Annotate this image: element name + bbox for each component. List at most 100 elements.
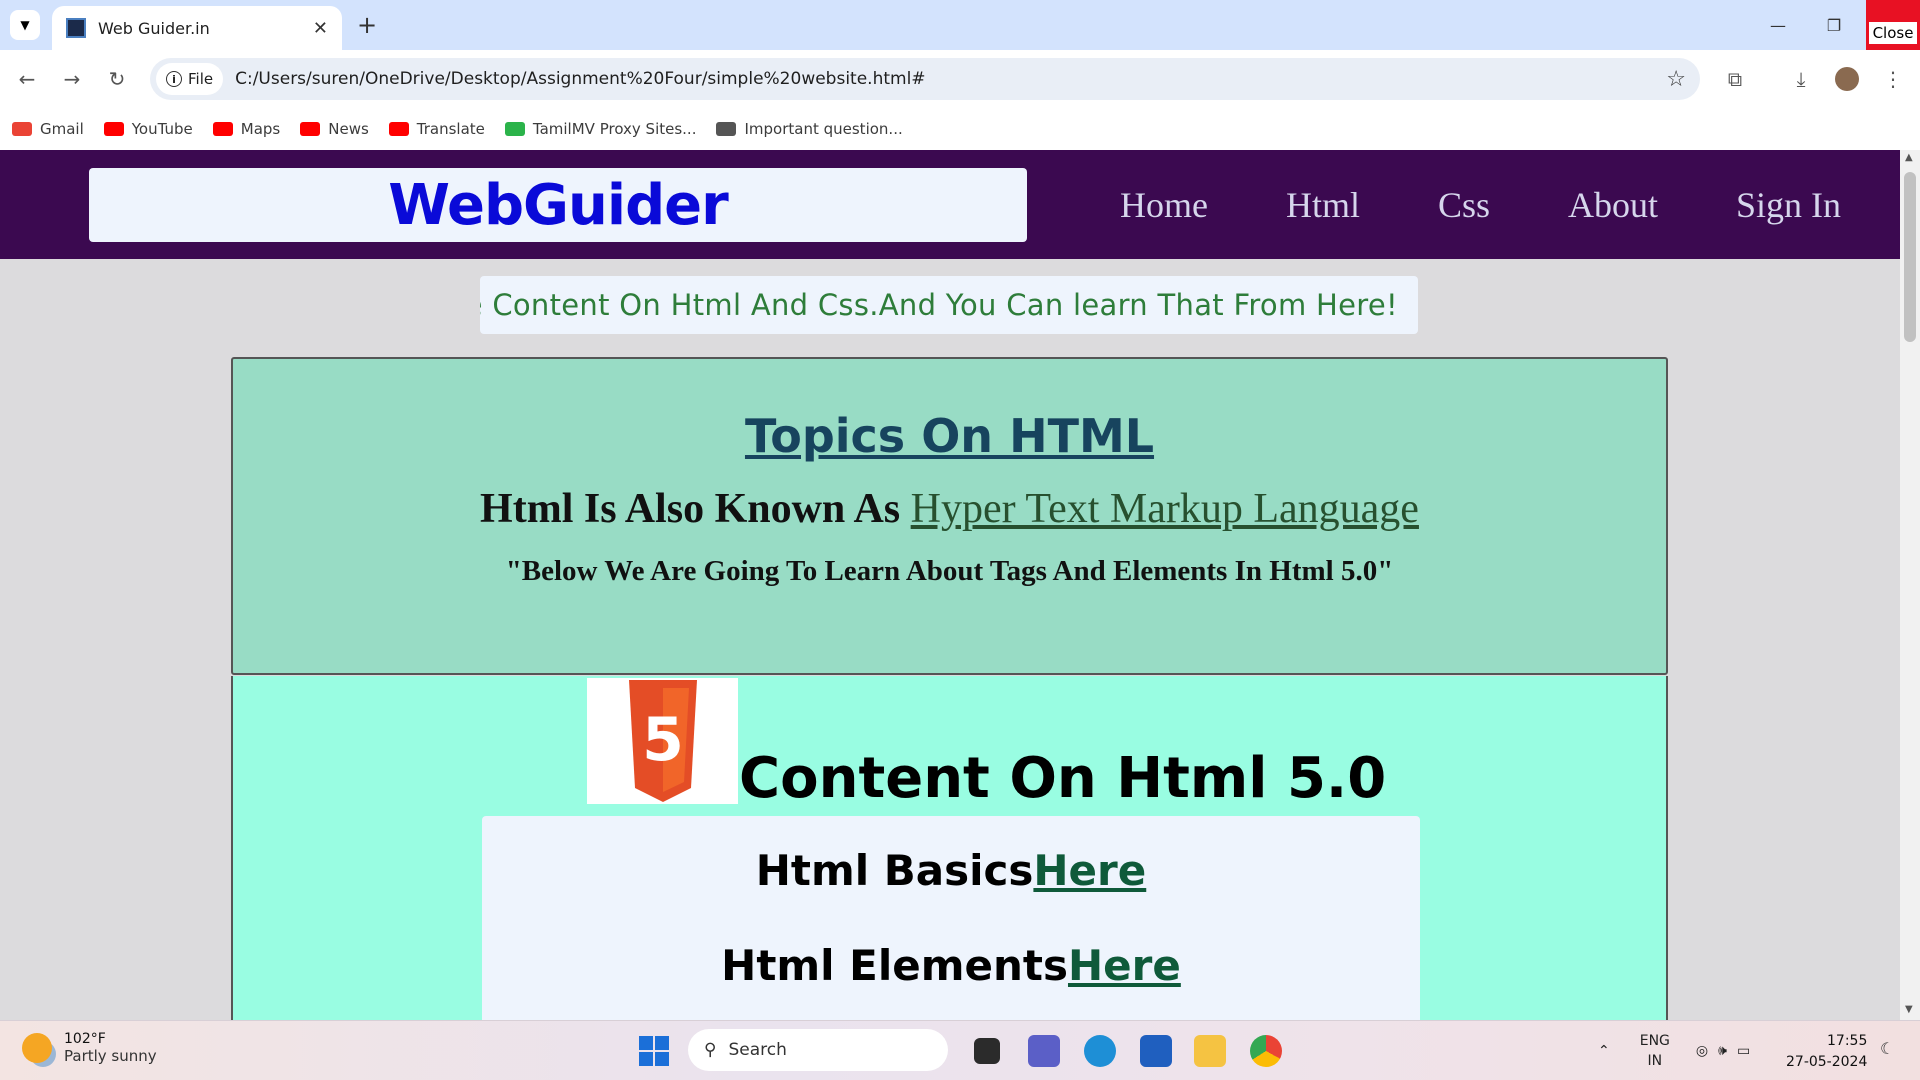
- bookmark-item[interactable]: Translate: [388, 120, 485, 138]
- bookmark-star-icon[interactable]: ☆: [1666, 67, 1686, 92]
- topics-note: "Below We Are Going To Learn About Tags …: [505, 555, 1394, 587]
- taskbar-search[interactable]: ⚲ Search: [688, 1029, 948, 1071]
- avatar: [1835, 67, 1859, 91]
- windows-taskbar: 102°F Partly sunny ⚲ Search ⌃ ENG IN ◎ 🕪…: [0, 1020, 1920, 1080]
- bookmark-icon: [388, 122, 409, 136]
- favicon-icon: [66, 18, 86, 38]
- bookmark-item[interactable]: Gmail: [12, 120, 84, 138]
- bookmark-label: Gmail: [40, 120, 84, 138]
- basics-line: Html BasicsHere: [482, 846, 1420, 895]
- lang-bottom: IN: [1647, 1053, 1663, 1069]
- time: 17:55: [1827, 1033, 1868, 1049]
- back-button[interactable]: ←: [12, 64, 42, 94]
- chrome-icon[interactable]: [1250, 1035, 1282, 1067]
- system-tray: ⌃ ENG IN ◎ 🕪 ▭: [1598, 1029, 1750, 1073]
- svg-text:5: 5: [642, 705, 684, 775]
- downloads-button[interactable]: ⤓: [1786, 64, 1816, 94]
- bookmark-icon: [504, 122, 525, 136]
- site-nav: Home Html Css About Sign In: [1120, 150, 1841, 259]
- window-close-button[interactable]: Close: [1866, 0, 1920, 50]
- volume-icon[interactable]: 🕪: [1718, 1043, 1727, 1059]
- bookmark-item[interactable]: Important question...: [716, 120, 903, 138]
- content-heading: Content On Html 5.0: [739, 746, 1387, 811]
- bookmark-label: TamilMV Proxy Sites...: [532, 120, 697, 138]
- network-icon[interactable]: ◎: [1696, 1043, 1708, 1059]
- nav-sign-in[interactable]: Sign In: [1736, 184, 1841, 226]
- clock[interactable]: 17:55 27-05-2024: [1786, 1031, 1867, 1073]
- tab-strip: ▼ Web Guider.in ✕ + — ❐ Close: [0, 0, 1920, 50]
- restore-button[interactable]: ❐: [1806, 0, 1862, 50]
- bookmark-icon: [716, 122, 737, 136]
- scroll-up-icon[interactable]: ▲: [1905, 152, 1913, 163]
- site-header: WebGuider Home Html Css About Sign In: [0, 150, 1900, 259]
- bookmark-item[interactable]: News: [300, 120, 369, 138]
- bookmark-icon: [300, 122, 321, 136]
- notifications-icon[interactable]: ☾: [1880, 1039, 1894, 1058]
- start-button[interactable]: [638, 1035, 670, 1067]
- weather-condition: Partly sunny: [64, 1047, 157, 1065]
- basics-here-link[interactable]: Here: [1033, 846, 1146, 895]
- file-explorer-icon[interactable]: [1194, 1035, 1226, 1067]
- page-viewport: WebGuider Home Html Css About Sign In he…: [0, 150, 1900, 1020]
- forward-button[interactable]: →: [57, 64, 87, 94]
- bookmark-item[interactable]: TamilMV Proxy Sites...: [504, 120, 697, 138]
- tab-close-icon[interactable]: ✕: [313, 18, 328, 39]
- info-icon: i: [166, 71, 182, 87]
- bookmarks-bar: Gmail YouTube Maps News Translate TamilMV Pro…: [0, 108, 1920, 150]
- topics-heading[interactable]: Topics On HTML: [233, 409, 1666, 463]
- new-tab-button[interactable]: +: [352, 10, 382, 40]
- scroll-down-icon[interactable]: ▼: [1905, 1004, 1913, 1015]
- edge-icon[interactable]: [1084, 1035, 1116, 1067]
- close-label: Close: [1868, 22, 1918, 44]
- browser-tab[interactable]: Web Guider.in ✕: [52, 6, 342, 50]
- bookmark-item[interactable]: YouTube: [103, 120, 193, 138]
- bookmark-icon: [103, 122, 124, 136]
- arrow-left-icon: ←: [18, 67, 36, 91]
- windows-logo-icon: [639, 1036, 669, 1066]
- topics-subheading: Html Is Also Known As Hyper Text Markup …: [233, 485, 1666, 533]
- content-links-box: Html BasicsHere Html ElementsHere: [482, 816, 1420, 1020]
- chevron-up-icon[interactable]: ⌃: [1598, 1043, 1610, 1059]
- partly-sunny-icon: [22, 1033, 52, 1063]
- chevron-down-icon: ▼: [20, 18, 30, 32]
- nav-css[interactable]: Css: [1438, 184, 1490, 226]
- weather-widget[interactable]: 102°F Partly sunny: [22, 1031, 157, 1065]
- scroll-thumb[interactable]: [1904, 172, 1916, 342]
- elements-here-link[interactable]: Here: [1068, 941, 1181, 990]
- bookmark-icon: [12, 122, 32, 136]
- profile-avatar[interactable]: [1832, 64, 1862, 94]
- url-text[interactable]: C:/Users/suren/OneDrive/Desktop/Assignme…: [235, 69, 1666, 89]
- menu-button[interactable]: ⋮: [1878, 64, 1908, 94]
- minimize-icon: —: [1770, 15, 1786, 35]
- site-info-chip[interactable]: i File: [156, 63, 224, 95]
- kebab-menu-icon: ⋮: [1883, 67, 1903, 91]
- battery-icon[interactable]: ▭: [1737, 1043, 1750, 1059]
- puzzle-icon: ⧉: [1727, 67, 1743, 91]
- browser-toolbar: ← → ↻ i File C:/Users/suren/OneDrive/Des…: [0, 50, 1920, 108]
- subheading-text: Html Is Also Known As: [480, 486, 911, 532]
- nav-home[interactable]: Home: [1120, 184, 1208, 226]
- bookmark-item[interactable]: Maps: [212, 120, 280, 138]
- bookmark-label: Translate: [416, 120, 485, 138]
- address-bar[interactable]: i File C:/Users/suren/OneDrive/Desktop/A…: [150, 58, 1700, 100]
- nav-html[interactable]: Html: [1286, 184, 1360, 226]
- minimize-button[interactable]: —: [1750, 0, 1806, 50]
- tab-search-button[interactable]: ▼: [10, 10, 40, 40]
- task-view-icon[interactable]: [974, 1038, 1000, 1064]
- language-indicator[interactable]: ENG IN: [1640, 1031, 1670, 1071]
- download-icon: ⤓: [1796, 67, 1806, 91]
- bookmark-icon: [212, 122, 233, 136]
- teams-icon[interactable]: [1028, 1035, 1060, 1067]
- hypertext-link[interactable]: Hyper Text Markup Language: [911, 486, 1419, 532]
- bookmark-label: News: [328, 120, 369, 138]
- date: 27-05-2024: [1786, 1054, 1868, 1070]
- reload-button[interactable]: ↻: [102, 64, 132, 94]
- vertical-scrollbar[interactable]: ▲ ▼: [1900, 150, 1920, 1020]
- html5-logo-icon: 5: [587, 678, 738, 804]
- extensions-button[interactable]: ⧉: [1720, 64, 1750, 94]
- file-label: File: [188, 70, 214, 88]
- logo-box[interactable]: WebGuider: [89, 168, 1027, 242]
- nav-about[interactable]: About: [1568, 184, 1658, 226]
- marquee-banner: he Content On Html And Css.And You Can l…: [480, 276, 1418, 334]
- store-icon[interactable]: [1140, 1035, 1172, 1067]
